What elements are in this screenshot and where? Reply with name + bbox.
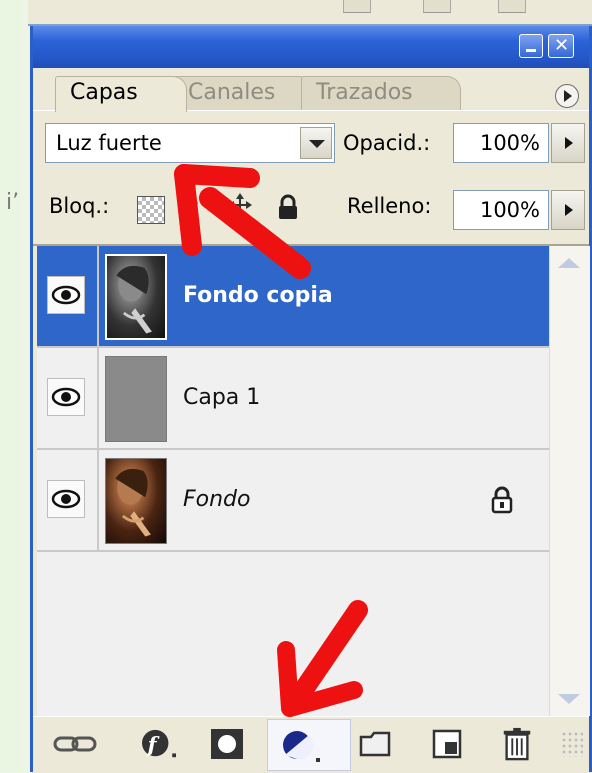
upper-panel-edge — [28, 0, 592, 26]
lock-position-icon[interactable] — [227, 192, 253, 218]
eye-icon — [51, 387, 81, 407]
layer-row-fondo[interactable]: Fondo — [37, 450, 549, 552]
fill-slider-button[interactable] — [551, 190, 585, 230]
layer-style-icon[interactable]: f — [137, 727, 181, 761]
blend-opacity-row: Luz fuerte Opacid.: 100% — [33, 110, 589, 173]
blend-mode-select[interactable]: Luz fuerte — [45, 123, 335, 163]
link-layers-icon[interactable] — [53, 727, 97, 761]
new-group-icon[interactable] — [359, 727, 393, 761]
new-layer-icon[interactable] — [431, 727, 463, 761]
lock-pixels-icon[interactable] — [175, 196, 201, 222]
layers-list: Fondo copia Capa 1 Fondo — [37, 246, 549, 716]
lock-label: Bloq.: — [49, 194, 110, 218]
tab-capas[interactable]: Capas — [55, 76, 187, 112]
blend-mode-value: Luz fuerte — [56, 131, 162, 155]
lock-fill-row: Bloq.: Relleno: 100% — [33, 172, 589, 246]
visibility-toggle[interactable] — [47, 378, 85, 416]
visibility-toggle[interactable] — [47, 276, 85, 314]
resize-grip[interactable] — [561, 731, 583, 757]
upper-panel-button[interactable] — [343, 0, 371, 13]
layer-thumbnail — [105, 254, 167, 340]
adjustment-layer-button[interactable] — [267, 719, 351, 771]
column-divider — [97, 246, 99, 346]
lock-all-icon[interactable] — [275, 194, 301, 220]
opacity-label: Opacid.: — [343, 131, 431, 155]
trash-icon[interactable] — [501, 727, 533, 761]
panel-titlebar[interactable]: ✕ — [33, 26, 589, 68]
column-divider — [97, 450, 99, 550]
tab-trazados[interactable]: Trazados — [301, 76, 461, 110]
layers-panel: ✕ Capas Canales Trazados Luz fuerte Opac… — [30, 26, 592, 773]
layers-scrollbar[interactable] — [549, 246, 590, 716]
layer-name[interactable]: Capa 1 — [183, 348, 260, 448]
column-divider — [97, 348, 99, 448]
left-background-strip: i’ — [0, 0, 22, 772]
adjustment-layer-icon — [283, 731, 320, 762]
layer-name[interactable]: Fondo — [183, 450, 250, 550]
eye-icon — [51, 285, 81, 305]
layers-toolbar: f — [33, 716, 589, 773]
portrait-thumbnail — [115, 468, 151, 537]
layer-name[interactable]: Fondo copia — [183, 246, 333, 346]
minimize-button[interactable] — [519, 34, 543, 58]
fill-label: Relleno: — [347, 194, 432, 218]
tab-canales[interactable]: Canales — [173, 76, 313, 110]
portrait-thumbnail — [116, 265, 152, 334]
close-button[interactable]: ✕ — [548, 34, 574, 58]
background-glyph: i’ — [6, 190, 20, 215]
layer-lock-icon — [491, 486, 513, 514]
scroll-down-arrow[interactable] — [558, 694, 580, 704]
opacity-input[interactable]: 100% — [453, 123, 549, 163]
fill-input[interactable]: 100% — [453, 190, 549, 230]
layer-row-fondo-copia[interactable]: Fondo copia — [37, 246, 549, 348]
visibility-toggle[interactable] — [47, 480, 85, 518]
chevron-down-icon[interactable] — [300, 127, 332, 159]
close-icon: ✕ — [554, 35, 570, 56]
lock-transparency-icon[interactable] — [137, 196, 165, 224]
opacity-slider-button[interactable] — [551, 123, 585, 163]
layer-thumbnail — [105, 458, 167, 544]
layer-mask-icon[interactable] — [209, 727, 245, 761]
scroll-up-arrow[interactable] — [558, 258, 580, 268]
upper-panel-button[interactable] — [423, 0, 451, 13]
upper-panel-button[interactable] — [498, 0, 526, 13]
layer-thumbnail — [105, 356, 167, 442]
eye-icon — [51, 489, 81, 509]
panel-menu-button[interactable] — [555, 84, 579, 108]
tab-strip: Capas Canales Trazados — [33, 68, 589, 112]
layer-row-capa-1[interactable]: Capa 1 — [37, 348, 549, 450]
